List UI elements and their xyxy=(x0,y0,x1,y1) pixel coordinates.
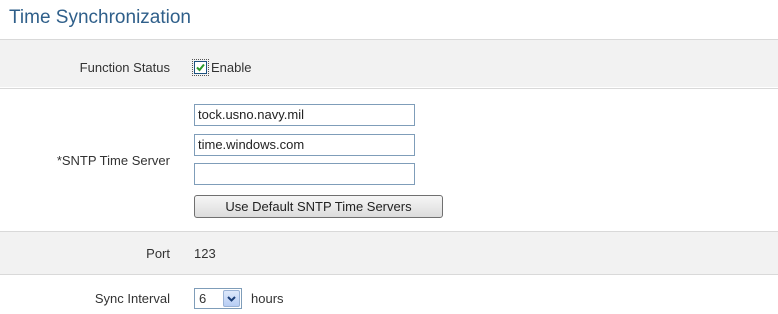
sntp-server-2-input[interactable]: time.windows.com xyxy=(194,134,415,156)
sntp-server-3-input[interactable] xyxy=(194,163,415,185)
port-value: 123 xyxy=(194,246,216,261)
page-title: Time Synchronization xyxy=(9,7,191,28)
dropdown-button[interactable] xyxy=(223,290,240,307)
enable-checkbox-label: Enable xyxy=(211,60,252,75)
row-port xyxy=(0,232,778,274)
enable-checkbox[interactable] xyxy=(192,59,209,76)
port-label: Port xyxy=(146,246,170,261)
sync-interval-label: Sync Interval xyxy=(94,291,170,306)
chevron-down-icon xyxy=(227,295,236,302)
function-status-label: Function Status xyxy=(79,60,170,75)
sntp-server-label: *SNTP Time Server xyxy=(56,153,170,168)
sync-interval-value: 6 xyxy=(199,291,207,306)
checkmark-icon xyxy=(196,63,205,72)
sntp-server-1-input[interactable]: tock.usno.navy.mil xyxy=(194,104,415,126)
sync-interval-select[interactable]: 6 xyxy=(194,288,242,309)
use-default-sntp-button[interactable]: Use Default SNTP Time Servers xyxy=(194,195,443,218)
sync-interval-unit: hours xyxy=(251,291,284,306)
